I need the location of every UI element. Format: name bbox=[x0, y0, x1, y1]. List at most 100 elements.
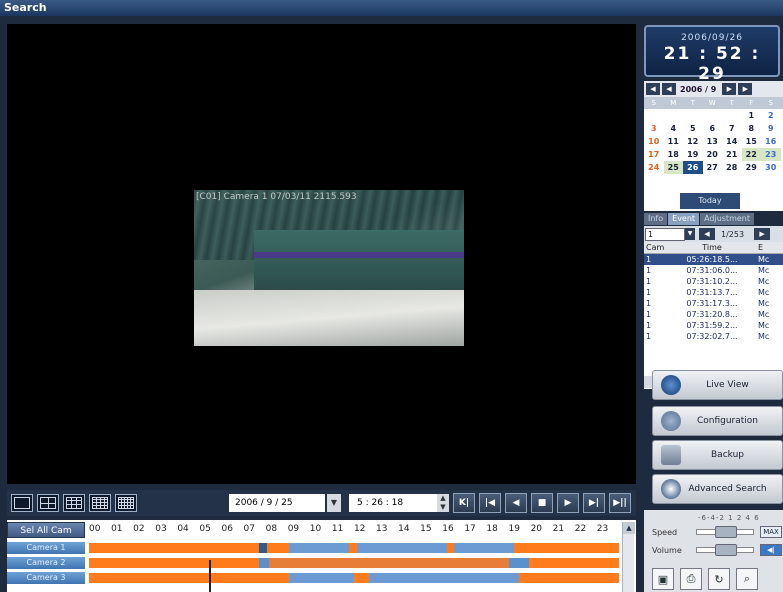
calendar-day[interactable]: 5 bbox=[683, 122, 703, 135]
calendar-day[interactable]: 26 bbox=[683, 161, 703, 174]
select-all-cameras-button[interactable]: Sel All Cam bbox=[7, 522, 85, 538]
date-dropdown-button[interactable]: ▼ bbox=[327, 494, 341, 512]
event-time: 07:31:59.2... bbox=[686, 321, 738, 330]
hour-label: 15 bbox=[420, 524, 432, 534]
max-button[interactable]: MAX bbox=[760, 526, 782, 538]
calendar-day[interactable]: 22 bbox=[741, 148, 761, 161]
layout-1x1-button[interactable] bbox=[11, 494, 33, 512]
time-spin-down-icon[interactable]: ▼ bbox=[437, 503, 449, 512]
calendar-day[interactable]: 10 bbox=[644, 135, 664, 148]
snapshot-icon[interactable]: ▣ bbox=[652, 568, 674, 590]
calendar-day[interactable]: 21 bbox=[722, 148, 742, 161]
stop-button[interactable]: ■ bbox=[531, 493, 553, 513]
layout-4x4-button[interactable] bbox=[89, 494, 111, 512]
calendar-day[interactable]: 12 bbox=[683, 135, 703, 148]
event-row[interactable]: 1 07:31:59.2... Mc bbox=[644, 320, 783, 331]
calendar-day[interactable]: 8 bbox=[742, 122, 762, 135]
play-button[interactable]: ▶ bbox=[557, 493, 579, 513]
calendar-day[interactable]: 23 bbox=[761, 148, 781, 161]
calendar-day[interactable]: 19 bbox=[683, 148, 703, 161]
volume-slider[interactable] bbox=[696, 544, 754, 556]
calendar-day[interactable]: 3 bbox=[644, 122, 664, 135]
calendar-day[interactable]: 1 bbox=[742, 109, 762, 122]
event-row[interactable]: 1 07:31:13.7... Mc bbox=[644, 287, 783, 298]
speed-knob[interactable] bbox=[715, 526, 737, 538]
camera-2-track[interactable] bbox=[89, 558, 619, 568]
prev-month-button[interactable]: ◀ bbox=[662, 83, 676, 95]
layout-3x3-button[interactable] bbox=[63, 494, 85, 512]
calendar-day[interactable]: 18 bbox=[664, 148, 684, 161]
tab-info[interactable]: Info bbox=[644, 213, 668, 225]
event-row[interactable]: 1 07:31:17.3... Mc bbox=[644, 298, 783, 309]
calendar-day[interactable]: 4 bbox=[664, 122, 684, 135]
prev-frame-button[interactable]: |◀ bbox=[479, 493, 501, 513]
prev-year-button[interactable]: ◀ bbox=[646, 83, 660, 95]
calendar-day[interactable]: 7 bbox=[722, 122, 742, 135]
camera-dropdown-icon[interactable]: ▼ bbox=[685, 228, 695, 240]
camera-3-track[interactable] bbox=[89, 573, 619, 583]
hour-label: 12 bbox=[353, 524, 366, 534]
calendar-day[interactable]: 15 bbox=[742, 135, 762, 148]
scroll-up-icon[interactable]: ▲ bbox=[623, 522, 635, 534]
camera-1-track[interactable] bbox=[89, 543, 619, 553]
col-time: Time bbox=[702, 243, 722, 252]
time-input[interactable]: 5 : 26 : 18 bbox=[349, 494, 437, 512]
video-display[interactable]: [C01] Camera 1 07/03/11 2115.593 bbox=[7, 24, 636, 484]
timeline-scrollbar[interactable]: ▲ bbox=[622, 522, 635, 592]
zoom-icon[interactable]: ⌕ bbox=[736, 568, 758, 590]
calendar-day[interactable]: 30 bbox=[761, 161, 781, 174]
next-page-button[interactable]: ▶ bbox=[754, 228, 771, 240]
calendar-day[interactable]: 11 bbox=[664, 135, 684, 148]
event-row[interactable]: 1 07:32:02.7... Mc bbox=[644, 331, 783, 342]
refresh-icon[interactable]: ↻ bbox=[708, 568, 730, 590]
event-row[interactable]: 1 07:31:06.0... Mc bbox=[644, 265, 783, 276]
calendar-day[interactable]: 13 bbox=[703, 135, 723, 148]
advanced-search-button[interactable]: Advanced Search bbox=[652, 474, 783, 504]
calendar-day[interactable]: 9 bbox=[761, 122, 781, 135]
camera-2-label[interactable]: Camera 2 bbox=[7, 557, 85, 569]
volume-knob[interactable] bbox=[715, 544, 737, 556]
date-input[interactable]: 2006 / 9 / 25 bbox=[229, 494, 325, 512]
print-icon[interactable]: ⎙ bbox=[680, 568, 702, 590]
camera-select[interactable]: 1 bbox=[645, 227, 685, 241]
event-row[interactable]: 1 07:31:20.8... Mc bbox=[644, 309, 783, 320]
camera-video-frame[interactable]: [C01] Camera 1 07/03/11 2115.593 bbox=[194, 190, 464, 346]
jump-start-button[interactable]: K| bbox=[453, 493, 475, 513]
calendar-day[interactable]: 20 bbox=[703, 148, 723, 161]
next-year-button[interactable]: ▶ bbox=[738, 83, 753, 95]
next-month-button[interactable]: ▶ bbox=[722, 83, 737, 95]
layout-5x5-button[interactable] bbox=[115, 494, 137, 512]
layout-2x2-button[interactable] bbox=[37, 494, 59, 512]
configuration-button[interactable]: Configuration bbox=[652, 406, 783, 436]
today-button[interactable]: Today bbox=[680, 193, 740, 209]
timeline-panel[interactable]: Sel All Cam 00 01 02 03 04 05 06 07 08 0… bbox=[7, 520, 636, 592]
calendar-day[interactable]: 24 bbox=[644, 161, 664, 174]
mute-button[interactable]: ◀| bbox=[760, 544, 782, 556]
calendar-days[interactable]: 1 2 3 4 5 6 7 8 9 10 11 12 13 14 15 16 17 18 19 20 21 22 23 24 2… bbox=[644, 109, 783, 174]
calendar-day[interactable]: 29 bbox=[742, 161, 762, 174]
time-spin-up-icon[interactable]: ▲ bbox=[437, 494, 449, 503]
time-spinner[interactable]: ▲ ▼ bbox=[437, 494, 449, 512]
live-view-button[interactable]: Live View bbox=[652, 370, 783, 400]
backup-button[interactable]: Backup bbox=[652, 440, 783, 470]
event-row[interactable]: 1 07:31:10.2... Mc bbox=[644, 276, 783, 287]
timeline-cursor[interactable] bbox=[209, 560, 211, 592]
reverse-play-button[interactable]: ◀ bbox=[505, 493, 527, 513]
pause-play-button[interactable]: ▶|| bbox=[609, 493, 631, 513]
calendar-day[interactable]: 6 bbox=[703, 122, 723, 135]
calendar-day[interactable]: 28 bbox=[722, 161, 742, 174]
event-row[interactable]: 1 05:26:18.5... Mc bbox=[644, 254, 783, 265]
camera-3-label[interactable]: Camera 3 bbox=[7, 572, 85, 584]
calendar-day[interactable]: 25 bbox=[663, 161, 683, 174]
speed-slider[interactable] bbox=[696, 526, 754, 538]
next-frame-button[interactable]: ▶| bbox=[583, 493, 605, 513]
calendar-day[interactable]: 27 bbox=[703, 161, 723, 174]
prev-page-button[interactable]: ◀ bbox=[699, 228, 715, 240]
tab-adjustment[interactable]: Adjustment bbox=[700, 213, 754, 225]
calendar-day[interactable]: 17 bbox=[644, 148, 664, 161]
tab-event[interactable]: Event bbox=[668, 213, 700, 225]
camera-1-label[interactable]: Camera 1 bbox=[7, 542, 85, 554]
calendar-day[interactable]: 14 bbox=[722, 135, 742, 148]
calendar-day[interactable]: 16 bbox=[761, 135, 781, 148]
calendar-day[interactable]: 2 bbox=[761, 109, 781, 122]
